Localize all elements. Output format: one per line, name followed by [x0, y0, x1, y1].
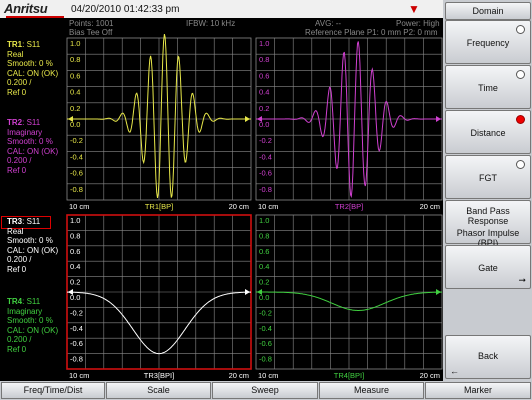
- y-tick-label: 0.6: [259, 247, 269, 256]
- y-tick-label: -0.4: [70, 152, 83, 161]
- scale-button[interactable]: Scale: [106, 382, 211, 399]
- submenu-arrow-icon: ➞: [518, 275, 526, 285]
- y-tick-label: 0.2: [259, 278, 269, 287]
- y-tick-label: 0.4: [259, 262, 269, 271]
- ref-level-right-icon: [436, 289, 441, 295]
- y-tick-label: -0.4: [259, 324, 272, 333]
- y-tick-label: 0.0: [259, 120, 269, 129]
- y-tick-label: -0.8: [259, 185, 272, 194]
- y-tick-label: 0.8: [259, 55, 269, 64]
- y-tick-label: -0.4: [259, 152, 272, 161]
- distance-button[interactable]: Distance: [445, 110, 531, 154]
- x-start-label-tr3: 10 cm: [69, 371, 89, 380]
- x-end-label-tr1: 20 cm: [229, 202, 249, 211]
- band-pass-button[interactable]: Band Pass Response Phasor Impulse (BPI): [445, 200, 531, 248]
- y-tick-label: 0.0: [70, 120, 80, 129]
- fgt-button[interactable]: FGT: [445, 155, 531, 199]
- distance-radio-icon: [516, 115, 525, 124]
- sweep-button[interactable]: Sweep: [212, 382, 318, 399]
- y-tick-label: -0.6: [259, 339, 272, 348]
- y-tick-label: -0.2: [70, 308, 83, 317]
- time-button[interactable]: Time: [445, 65, 531, 109]
- gate-button[interactable]: Gate ➞: [445, 245, 531, 289]
- y-tick-label: 1.0: [70, 39, 80, 48]
- y-tick-label: 0.8: [259, 231, 269, 240]
- plot-label-tr4: TR4[BPI]: [334, 371, 364, 380]
- y-tick-label: 0.2: [259, 104, 269, 113]
- y-tick-label: -0.8: [70, 185, 83, 194]
- y-tick-label: -0.8: [70, 355, 83, 364]
- plot-label-tr1: TR1[BP]: [145, 202, 173, 211]
- y-tick-label: -0.6: [259, 169, 272, 178]
- y-tick-label: -0.6: [70, 339, 83, 348]
- y-tick-label: 0.6: [259, 71, 269, 80]
- x-start-label-tr4: 10 cm: [258, 371, 278, 380]
- y-tick-label: 0.0: [259, 293, 269, 302]
- y-tick-label: 1.0: [259, 216, 269, 225]
- fgt-radio-icon: [516, 160, 525, 169]
- plot-label-tr3: TR3[BPI]: [144, 371, 174, 380]
- marker-button[interactable]: Marker: [425, 382, 531, 399]
- x-end-label-tr3: 20 cm: [229, 371, 249, 380]
- menu-title-domain: Domain: [445, 2, 531, 20]
- plot-label-tr2: TR2[BP]: [335, 202, 363, 211]
- bottom-menu-bar: Freq/Time/Dist Scale Sweep Measure Marke…: [0, 381, 532, 400]
- back-button[interactable]: Back ←: [445, 335, 531, 379]
- y-tick-label: 0.6: [70, 71, 80, 80]
- frequency-button[interactable]: Frequency: [445, 20, 531, 64]
- y-tick-label: 0.0: [70, 293, 80, 302]
- y-tick-label: 1.0: [70, 216, 80, 225]
- y-tick-label: -0.8: [259, 355, 272, 364]
- x-start-label-tr1: 10 cm: [69, 202, 89, 211]
- y-tick-label: 0.4: [259, 88, 269, 97]
- y-tick-label: -0.4: [70, 324, 83, 333]
- ref-level-right-icon: [245, 116, 250, 122]
- x-end-label-tr2: 20 cm: [420, 202, 440, 211]
- y-tick-label: 0.6: [70, 247, 80, 256]
- time-radio-icon: [516, 70, 525, 79]
- y-tick-label: 0.8: [70, 231, 80, 240]
- y-tick-label: -0.2: [259, 136, 272, 145]
- y-tick-label: 0.8: [70, 55, 80, 64]
- x-start-label-tr2: 10 cm: [258, 202, 278, 211]
- y-tick-label: -0.2: [70, 136, 83, 145]
- y-tick-label: -0.2: [259, 308, 272, 317]
- y-tick-label: -0.6: [70, 169, 83, 178]
- trace-plots: 1.0 0.8 0.6 0.4 0.2 0.0 -0.2 -0.4 -0.6 -0.8 10 cm 2…: [66, 33, 443, 380]
- measure-button[interactable]: Measure: [319, 382, 424, 399]
- frequency-radio-icon: [516, 25, 525, 34]
- ref-level-right-icon: [245, 289, 250, 295]
- freq-time-dist-button[interactable]: Freq/Time/Dist: [1, 382, 105, 399]
- y-tick-label: 0.2: [70, 278, 80, 287]
- back-arrow-icon: ←: [450, 366, 459, 376]
- ref-level-right-icon: [436, 116, 441, 122]
- domain-menu: Domain Frequency Time Distance FGT Band …: [443, 0, 532, 381]
- y-tick-label: 0.2: [70, 104, 80, 113]
- x-end-label-tr4: 20 cm: [420, 371, 440, 380]
- y-tick-label: 1.0: [259, 39, 269, 48]
- y-tick-label: 0.4: [70, 88, 80, 97]
- y-tick-label: 0.4: [70, 262, 80, 271]
